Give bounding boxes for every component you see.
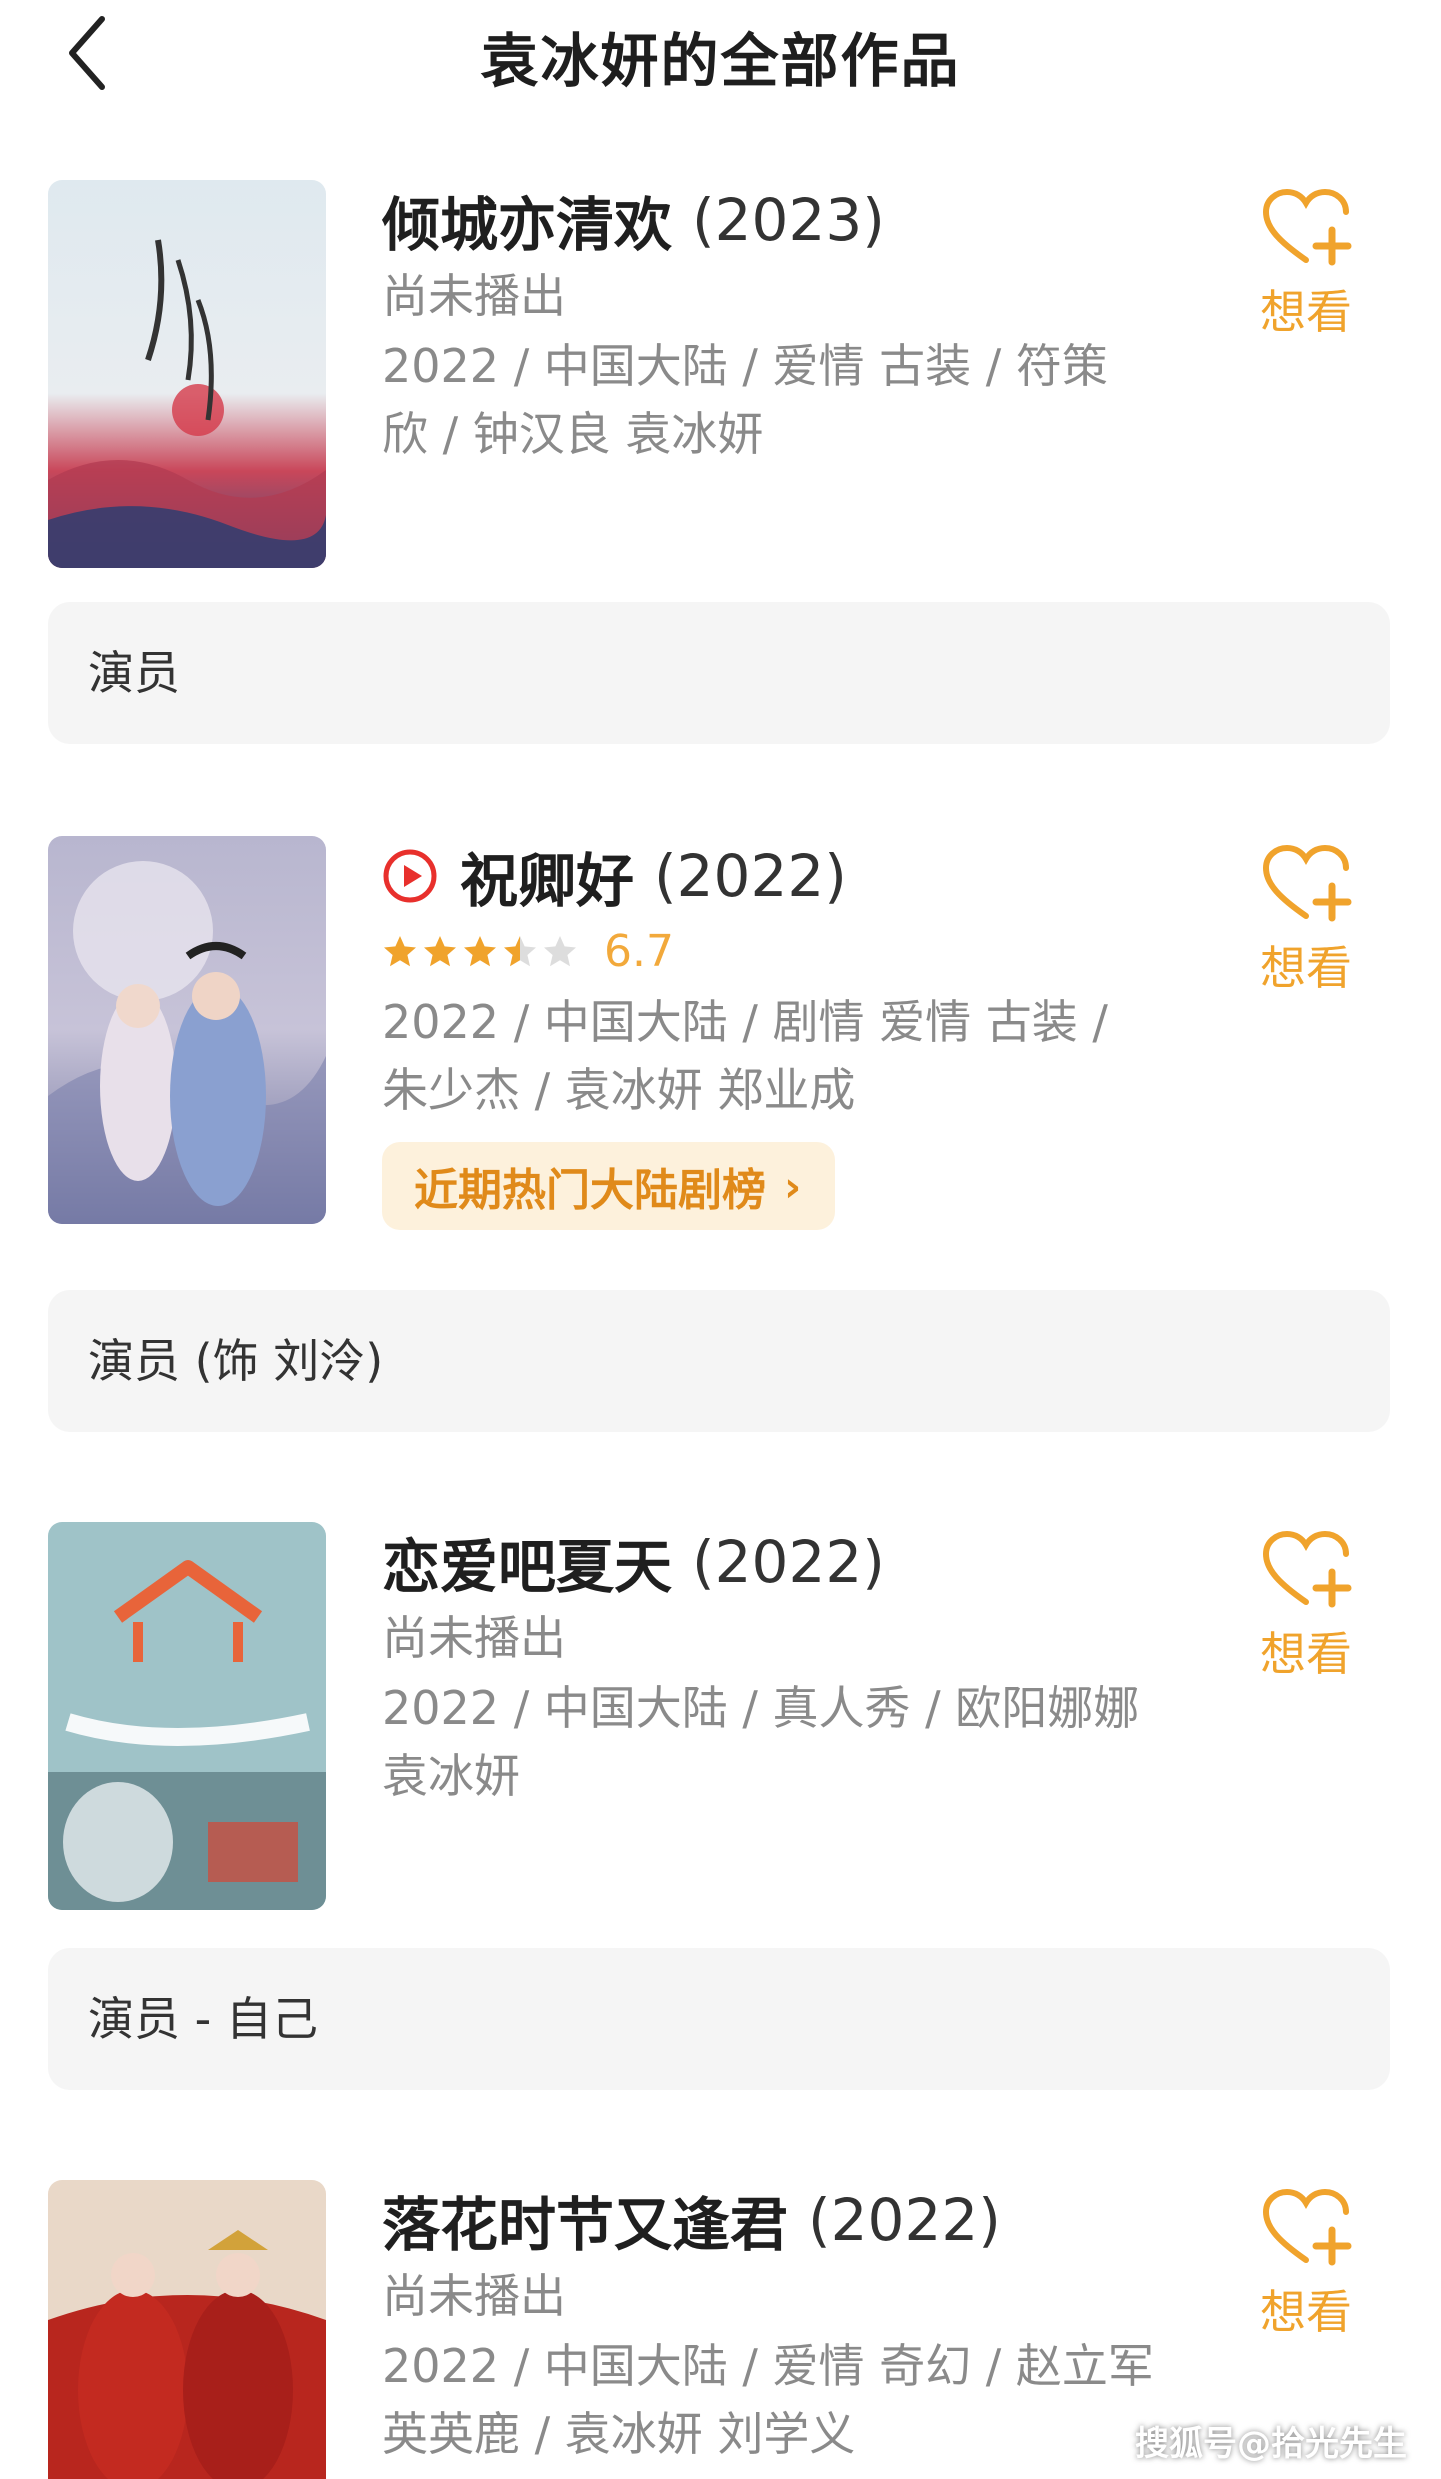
- work-meta-line: 欣 / 钟汉良 袁冰妍: [382, 407, 764, 461]
- work-year: (2023): [692, 186, 885, 254]
- work-info: 落花时节又逢君 (2022) 尚未播出 2022 / 中国大陆 / 爱情 奇幻 …: [382, 2180, 1182, 2468]
- work-title: 恋爱吧夏天: [382, 1533, 673, 1601]
- work-meta: 2022 / 中国大陆 / 爱情 奇幻 / 赵立军 英英鹿 / 袁冰妍 刘学义: [382, 2332, 1182, 2468]
- work-meta-line: 2022 / 中国大陆 / 爱情 奇幻 / 赵立军: [382, 2339, 1154, 2393]
- role-bar[interactable]: 演员: [48, 602, 1390, 744]
- work-year: (2022): [692, 1528, 885, 1596]
- air-status: 尚未播出: [382, 269, 566, 323]
- work-title-row[interactable]: 落花时节又逢君 (2022): [382, 2180, 1182, 2260]
- want-to-watch-button[interactable]: 想看: [1231, 186, 1381, 342]
- want-label: 想看: [1260, 285, 1352, 339]
- page-title: 袁冰妍的全部作品: [480, 27, 961, 95]
- poster-image[interactable]: [48, 180, 326, 568]
- work-year: (2022): [654, 842, 847, 910]
- rating-row: 6.7: [382, 916, 1182, 988]
- poster-image[interactable]: [48, 2180, 326, 2479]
- work-meta: 2022 / 中国大陆 / 剧情 爱情 古装 / 朱少杰 / 袁冰妍 郑业成: [382, 988, 1182, 1124]
- role-text: 演员 (饰 刘泠): [88, 1334, 384, 1388]
- want-to-watch-button[interactable]: 想看: [1231, 1528, 1381, 1684]
- watermark-text: 搜狐号@拾光先生: [1135, 2424, 1407, 2464]
- work-meta-line: 英英鹿 / 袁冰妍 刘学义: [382, 2407, 856, 2461]
- star-icon: [504, 936, 536, 967]
- air-status: 尚未播出: [382, 1611, 566, 1665]
- rating-score: 6.7: [604, 926, 674, 977]
- want-to-watch-button[interactable]: 想看: [1231, 2186, 1381, 2342]
- work-info: 祝卿好 (2022) 6.7 2022 / 中国大陆 / 剧情 爱情 古装 / …: [382, 836, 1182, 1230]
- rank-badge-label: 近期热门大陆剧榜: [414, 1165, 766, 1216]
- heart-plus-icon: [1262, 2188, 1352, 2266]
- role-bar[interactable]: 演员 - 自己: [48, 1948, 1390, 2090]
- want-label: 想看: [1260, 941, 1352, 995]
- star-icon: [544, 936, 576, 967]
- work-title-row[interactable]: 倾城亦清欢 (2023): [382, 180, 1182, 260]
- role-text: 演员: [88, 646, 180, 700]
- heart-plus-icon: [1262, 188, 1352, 266]
- work-meta-line: 朱少杰 / 袁冰妍 郑业成: [382, 1063, 856, 1117]
- air-status: 尚未播出: [382, 2269, 566, 2323]
- work-title-row[interactable]: 祝卿好 (2022): [382, 836, 1182, 916]
- star-icon: [384, 936, 416, 967]
- work-info: 倾城亦清欢 (2023) 尚未播出 2022 / 中国大陆 / 爱情 古装 / …: [382, 180, 1182, 468]
- poster-image[interactable]: [48, 1522, 326, 1910]
- want-to-watch-button[interactable]: 想看: [1231, 842, 1381, 998]
- star-icon: [424, 936, 456, 967]
- work-title: 落花时节又逢君: [382, 2191, 789, 2259]
- play-circle-icon[interactable]: [382, 848, 438, 904]
- role-text: 演员 - 自己: [88, 1992, 318, 2046]
- work-meta-line: 袁冰妍: [382, 1749, 520, 1803]
- work-year: (2022): [808, 2186, 1001, 2254]
- chevron-right-icon: ›: [784, 1161, 802, 1211]
- work-title: 祝卿好: [460, 847, 635, 915]
- role-bar[interactable]: 演员 (饰 刘泠): [48, 1290, 1390, 1432]
- work-title-row[interactable]: 恋爱吧夏天 (2022): [382, 1522, 1182, 1602]
- want-label: 想看: [1260, 1627, 1352, 1681]
- work-info: 恋爱吧夏天 (2022) 尚未播出 2022 / 中国大陆 / 真人秀 / 欧阳…: [382, 1522, 1182, 1810]
- star-icon: [464, 936, 496, 967]
- star-rating: [382, 934, 582, 970]
- work-title: 倾城亦清欢: [382, 191, 673, 259]
- heart-plus-icon: [1262, 844, 1352, 922]
- work-meta-line: 2022 / 中国大陆 / 爱情 古装 / 符策: [382, 339, 1108, 393]
- work-meta: 2022 / 中国大陆 / 真人秀 / 欧阳娜娜 袁冰妍: [382, 1674, 1182, 1810]
- work-meta: 2022 / 中国大陆 / 爱情 古装 / 符策 欣 / 钟汉良 袁冰妍: [382, 332, 1182, 468]
- heart-plus-icon: [1262, 1530, 1352, 1608]
- work-meta-line: 2022 / 中国大陆 / 真人秀 / 欧阳娜娜: [382, 1681, 1140, 1735]
- poster-image[interactable]: [48, 836, 326, 1224]
- app-header: 袁冰妍的全部作品: [0, 0, 1441, 110]
- work-meta-line: 2022 / 中国大陆 / 剧情 爱情 古装 /: [382, 995, 1108, 1049]
- rank-badge[interactable]: 近期热门大陆剧榜 ›: [382, 1142, 836, 1230]
- want-label: 想看: [1260, 2285, 1352, 2339]
